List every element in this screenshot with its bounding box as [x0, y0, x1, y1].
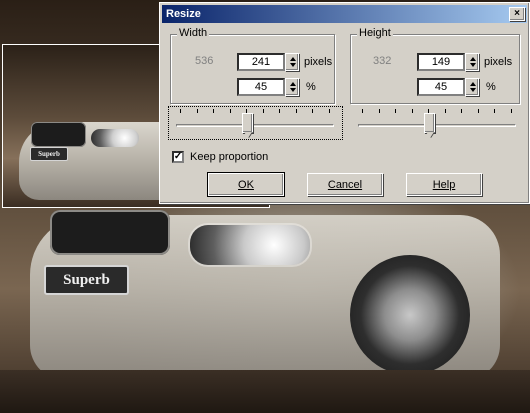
width-slider[interactable] [170, 109, 340, 139]
height-pixels-input[interactable]: 149 [417, 53, 465, 71]
height-slider-thumb[interactable] [424, 113, 436, 133]
resize-dialog: Resize × Width 536 241 pixels 45 % Heigh… [159, 2, 530, 204]
height-percent-input[interactable]: 45 [417, 78, 465, 96]
width-percent-unit: % [306, 81, 316, 93]
width-percent-spinner[interactable] [285, 78, 299, 96]
road [0, 370, 530, 413]
height-group-title: Height [357, 27, 393, 39]
preview-license-plate: Superb [30, 147, 68, 161]
width-group-title: Width [177, 27, 210, 39]
height-percent-unit: % [486, 81, 496, 93]
height-group: Height 332 149 pixels 45 % [350, 27, 520, 104]
keep-proportion-control[interactable]: ✓ Keep proportion [172, 151, 268, 163]
preview-car-grille [31, 122, 86, 147]
width-slider-track [176, 124, 334, 127]
width-pixels-spinner[interactable] [285, 53, 299, 71]
ok-button[interactable]: OK [208, 173, 284, 196]
height-slider-track [358, 124, 516, 127]
width-group: Width 536 241 pixels 45 % [170, 27, 335, 104]
width-pixels-unit: pixels [304, 56, 333, 68]
keep-proportion-label: Keep proportion [190, 151, 269, 163]
wheel [350, 255, 470, 375]
close-button[interactable]: × [509, 7, 525, 21]
ok-button-label: OK [238, 178, 254, 191]
help-button[interactable]: Help [406, 173, 482, 196]
height-percent-spinner[interactable] [465, 78, 479, 96]
height-pixels-spinner[interactable] [465, 53, 479, 71]
cancel-button[interactable]: Cancel [307, 173, 383, 196]
cancel-button-label: Cancel [327, 178, 363, 191]
height-pixels-value: 149 [431, 56, 451, 68]
help-button-label: Help [432, 178, 456, 191]
width-slider-ticks [180, 109, 330, 115]
license-plate: Superb [44, 265, 129, 295]
preview-headlight [91, 129, 139, 147]
dialog-title: Resize [166, 8, 201, 20]
width-pixels-input[interactable]: 241 [237, 53, 285, 71]
checkmark-icon: ✓ [173, 151, 183, 162]
width-percent-input[interactable]: 45 [237, 78, 285, 96]
height-slider-ticks [362, 109, 512, 115]
dialog-titlebar[interactable]: Resize × [162, 5, 527, 23]
height-slider[interactable] [352, 109, 522, 139]
headlight [190, 225, 310, 265]
height-pixels-unit: pixels [484, 56, 513, 68]
car-grille [50, 210, 170, 255]
close-icon: × [514, 8, 520, 19]
width-percent-value: 45 [254, 81, 268, 93]
keep-proportion-checkbox[interactable]: ✓ [172, 151, 184, 163]
width-slider-thumb[interactable] [242, 113, 254, 133]
height-original-value: 332 [373, 55, 392, 67]
width-original-value: 536 [195, 55, 214, 67]
width-pixels-value: 241 [251, 56, 271, 68]
height-percent-value: 45 [434, 81, 448, 93]
